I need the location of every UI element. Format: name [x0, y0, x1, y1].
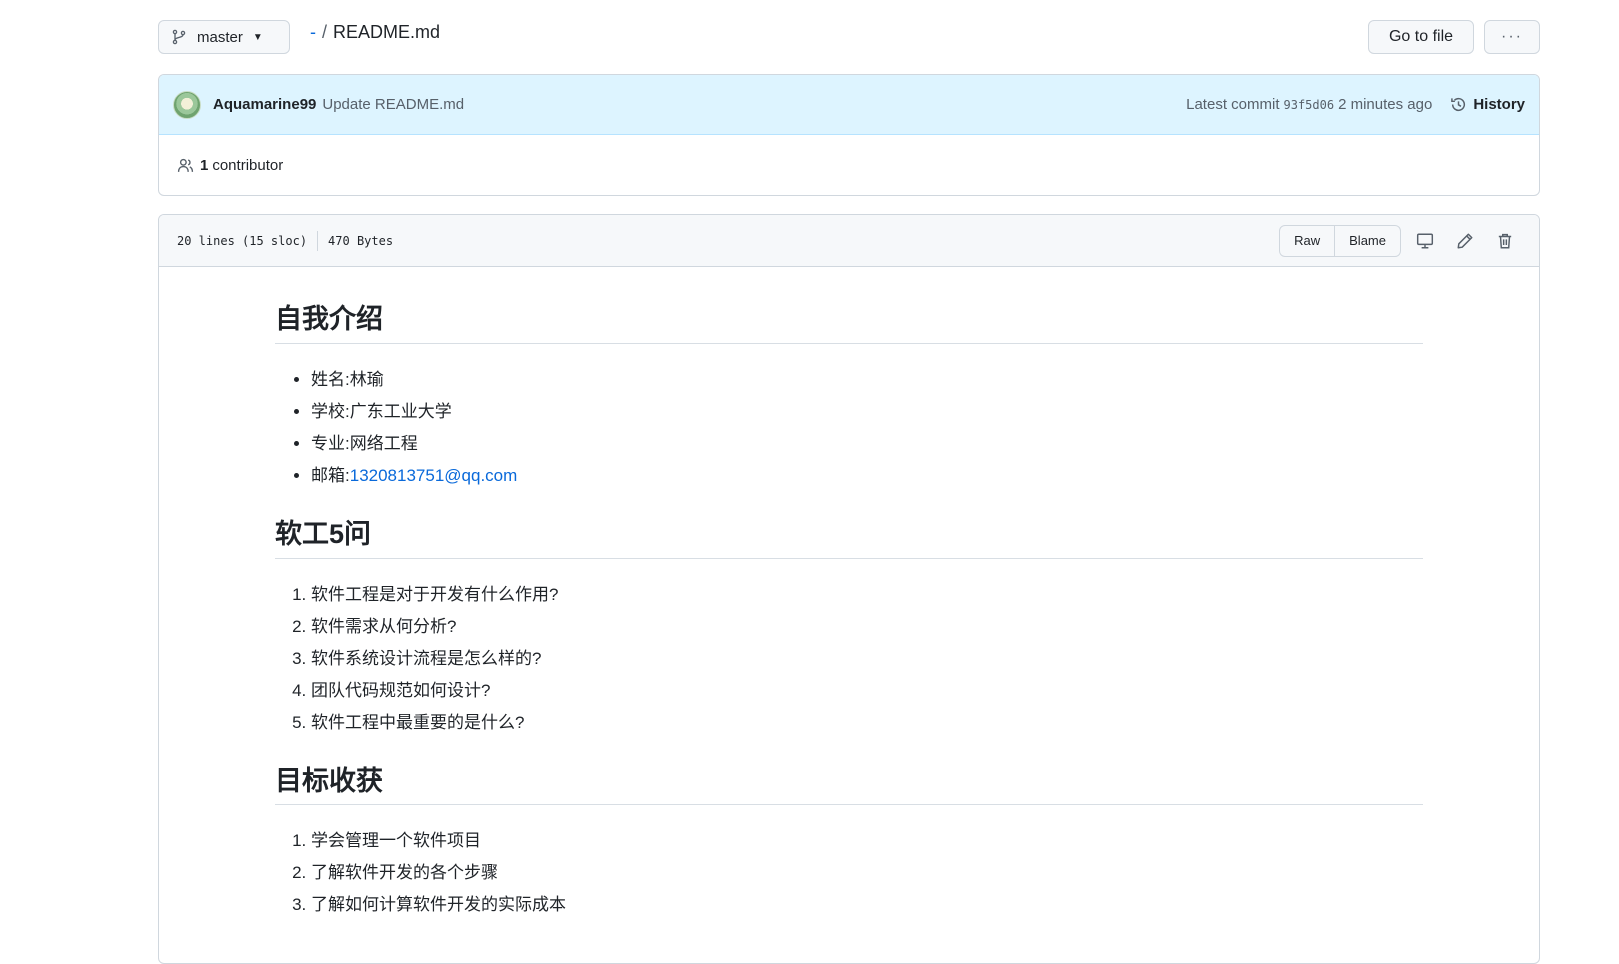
list-item: 软件需求从何分析? [311, 611, 1423, 643]
branch-name: master [197, 28, 243, 46]
commit-message-link[interactable]: Update README.md [322, 96, 464, 113]
list-item: 软件工程是对于开发有什么作用? [311, 579, 1423, 611]
trash-icon [1498, 233, 1512, 248]
list-item: 了解软件开发的各个步骤 [311, 857, 1423, 889]
go-to-file-button[interactable]: Go to file [1368, 20, 1474, 54]
caret-down-icon: ▼ [252, 31, 263, 43]
delete-button[interactable] [1489, 225, 1521, 257]
contributor-label: contributor [212, 156, 284, 174]
file-lines: 20 lines (15 sloc) [177, 233, 308, 248]
latest-commit-label: Latest commit [1186, 96, 1280, 113]
blame-button[interactable]: Blame [1334, 225, 1400, 256]
questions-list: 软件工程是对于开发有什么作用? 软件需求从何分析? 软件系统设计流程是怎么样的?… [275, 579, 1423, 739]
list-item: 学会管理一个软件项目 [311, 825, 1423, 857]
avatar[interactable] [173, 90, 201, 119]
file-navigation: master ▼ - / README.md Go to file ··· [158, 0, 1540, 72]
branch-selector[interactable]: master ▼ [158, 20, 290, 54]
intro-list: 姓名:林瑜 学校:广东工业大学 专业:网络工程 邮箱:1320813751@qq… [275, 364, 1423, 492]
breadcrumb-root-link[interactable]: - [310, 22, 316, 43]
file-info: 20 lines (15 sloc) 470 Bytes [177, 230, 394, 251]
raw-blame-group: Raw Blame [1279, 224, 1401, 257]
list-item: 专业:网络工程 [311, 428, 1423, 460]
section-heading-goals: 目标收获 [275, 765, 1423, 806]
git-branch-icon [172, 29, 186, 45]
contributors-row[interactable]: 1 contributor [159, 135, 1539, 195]
readme-content: 自我介绍 姓名:林瑜 学校:广东工业大学 专业:网络工程 邮箱:13208137… [159, 267, 1539, 921]
list-item: 姓名:林瑜 [311, 364, 1423, 396]
kebab-horizontal-icon: ··· [1501, 28, 1523, 45]
file-header: 20 lines (15 sloc) 470 Bytes Raw Blame [159, 215, 1539, 267]
commit-author-link[interactable]: Aquamarine99 [213, 96, 316, 113]
list-item: 软件系统设计流程是怎么样的? [311, 643, 1423, 675]
section-heading-questions: 软工5问 [275, 518, 1423, 559]
edit-button[interactable] [1449, 225, 1481, 257]
raw-button[interactable]: Raw [1280, 226, 1334, 256]
email-label: 邮箱: [311, 465, 350, 485]
file-size: 470 Bytes [328, 233, 394, 248]
file-page: master ▼ - / README.md Go to file ··· Aq… [158, 0, 1540, 964]
people-icon [177, 158, 194, 172]
desktop-icon [1416, 233, 1434, 248]
desktop-button[interactable] [1409, 225, 1441, 257]
pencil-icon [1457, 233, 1473, 248]
breadcrumb-separator: / [322, 22, 328, 42]
email-link[interactable]: 1320813751@qq.com [350, 466, 518, 485]
list-item: 邮箱:1320813751@qq.com [311, 460, 1423, 492]
section-heading-intro: 自我介绍 [275, 303, 1423, 344]
breadcrumb-file-name: README.md [333, 22, 441, 42]
file-actions: Raw Blame [1279, 224, 1521, 257]
list-item: 团队代码规范如何设计? [311, 675, 1423, 707]
commit-meta: Latest commit 93f5d06 2 minutes ago Hist… [1186, 96, 1525, 113]
list-item: 了解如何计算软件开发的实际成本 [311, 889, 1423, 921]
contributor-count: 1 [200, 156, 209, 174]
breadcrumb: - / README.md [310, 22, 440, 43]
commit-box: Aquamarine99 Update README.md Latest com… [158, 74, 1540, 196]
latest-commit-row: Aquamarine99 Update README.md Latest com… [159, 75, 1539, 135]
list-item: 软件工程中最重要的是什么? [311, 707, 1423, 739]
history-link[interactable]: History [1450, 96, 1525, 113]
commit-sha-link[interactable]: 93f5d06 [1284, 98, 1335, 112]
list-item: 学校:广东工业大学 [311, 396, 1423, 428]
file-box: 20 lines (15 sloc) 470 Bytes Raw Blame 自… [158, 214, 1540, 964]
file-info-divider [317, 230, 319, 251]
goals-list: 学会管理一个软件项目 了解软件开发的各个步骤 了解如何计算软件开发的实际成本 [275, 825, 1423, 921]
history-label: History [1473, 96, 1525, 113]
more-options-button[interactable]: ··· [1484, 20, 1540, 54]
history-icon [1451, 97, 1466, 112]
commit-time: 2 minutes ago [1338, 96, 1433, 113]
